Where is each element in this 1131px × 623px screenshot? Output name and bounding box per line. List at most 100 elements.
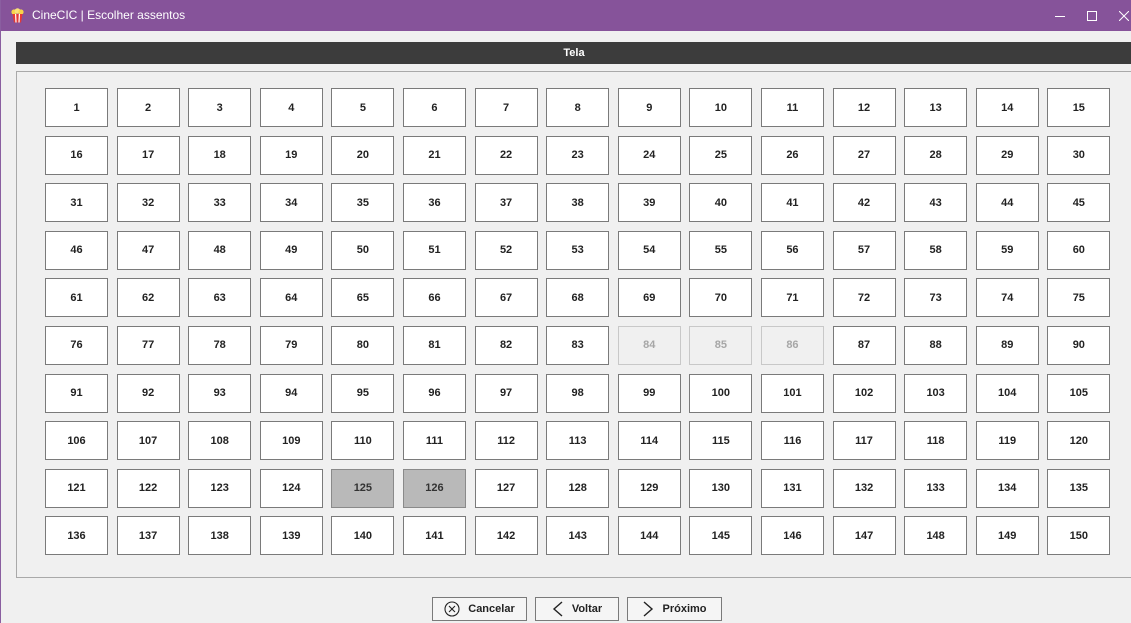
seat-115[interactable]: 115 [689, 421, 753, 461]
seat-67[interactable]: 67 [474, 278, 538, 318]
seat-99[interactable]: 99 [617, 373, 681, 413]
seat-86[interactable]: 86 [760, 325, 824, 365]
seat-80[interactable]: 80 [331, 325, 395, 365]
seat-58[interactable]: 58 [904, 230, 968, 270]
seat-54[interactable]: 54 [617, 230, 681, 270]
seat-20[interactable]: 20 [331, 135, 395, 175]
seat-110[interactable]: 110 [331, 421, 395, 461]
seat-76[interactable]: 76 [45, 325, 108, 365]
seat-65[interactable]: 65 [331, 278, 395, 318]
seat-116[interactable]: 116 [760, 421, 824, 461]
seat-98[interactable]: 98 [546, 373, 610, 413]
seat-100[interactable]: 100 [689, 373, 753, 413]
seat-60[interactable]: 60 [1047, 230, 1111, 270]
seat-9[interactable]: 9 [617, 88, 681, 127]
seat-136[interactable]: 136 [45, 516, 108, 556]
seat-127[interactable]: 127 [474, 468, 538, 508]
seat-31[interactable]: 31 [45, 183, 108, 223]
seat-101[interactable]: 101 [760, 373, 824, 413]
seat-128[interactable]: 128 [546, 468, 610, 508]
seat-106[interactable]: 106 [45, 421, 108, 461]
maximize-button[interactable] [1077, 0, 1107, 31]
seat-50[interactable]: 50 [331, 230, 395, 270]
seat-1[interactable]: 1 [45, 88, 108, 127]
seat-92[interactable]: 92 [116, 373, 180, 413]
seat-90[interactable]: 90 [1047, 325, 1111, 365]
seat-19[interactable]: 19 [259, 135, 323, 175]
seat-68[interactable]: 68 [546, 278, 610, 318]
seat-97[interactable]: 97 [474, 373, 538, 413]
seat-77[interactable]: 77 [116, 325, 180, 365]
seat-25[interactable]: 25 [689, 135, 753, 175]
seat-102[interactable]: 102 [832, 373, 896, 413]
seat-51[interactable]: 51 [402, 230, 466, 270]
seat-52[interactable]: 52 [474, 230, 538, 270]
seat-107[interactable]: 107 [116, 421, 180, 461]
seat-87[interactable]: 87 [832, 325, 896, 365]
seat-34[interactable]: 34 [259, 183, 323, 223]
seat-42[interactable]: 42 [832, 183, 896, 223]
seat-135[interactable]: 135 [1047, 468, 1111, 508]
seat-45[interactable]: 45 [1047, 183, 1111, 223]
seat-133[interactable]: 133 [904, 468, 968, 508]
seat-145[interactable]: 145 [689, 516, 753, 556]
seat-148[interactable]: 148 [904, 516, 968, 556]
seat-3[interactable]: 3 [188, 88, 252, 127]
seat-72[interactable]: 72 [832, 278, 896, 318]
seat-24[interactable]: 24 [617, 135, 681, 175]
seat-89[interactable]: 89 [975, 325, 1039, 365]
seat-70[interactable]: 70 [689, 278, 753, 318]
seat-117[interactable]: 117 [832, 421, 896, 461]
seat-96[interactable]: 96 [402, 373, 466, 413]
seat-55[interactable]: 55 [689, 230, 753, 270]
seat-79[interactable]: 79 [259, 325, 323, 365]
close-button[interactable] [1109, 0, 1131, 31]
seat-35[interactable]: 35 [331, 183, 395, 223]
seat-81[interactable]: 81 [402, 325, 466, 365]
seat-38[interactable]: 38 [546, 183, 610, 223]
seat-131[interactable]: 131 [760, 468, 824, 508]
seat-94[interactable]: 94 [259, 373, 323, 413]
seat-141[interactable]: 141 [402, 516, 466, 556]
seat-64[interactable]: 64 [259, 278, 323, 318]
seat-71[interactable]: 71 [760, 278, 824, 318]
seat-146[interactable]: 146 [760, 516, 824, 556]
seat-18[interactable]: 18 [188, 135, 252, 175]
seat-143[interactable]: 143 [546, 516, 610, 556]
seat-103[interactable]: 103 [904, 373, 968, 413]
seat-83[interactable]: 83 [546, 325, 610, 365]
seat-16[interactable]: 16 [45, 135, 108, 175]
seat-2[interactable]: 2 [116, 88, 180, 127]
minimize-button[interactable] [1045, 0, 1075, 31]
seat-109[interactable]: 109 [259, 421, 323, 461]
seat-56[interactable]: 56 [760, 230, 824, 270]
seat-57[interactable]: 57 [832, 230, 896, 270]
seat-30[interactable]: 30 [1047, 135, 1111, 175]
seat-91[interactable]: 91 [45, 373, 108, 413]
seat-36[interactable]: 36 [402, 183, 466, 223]
seat-114[interactable]: 114 [617, 421, 681, 461]
seat-37[interactable]: 37 [474, 183, 538, 223]
seat-59[interactable]: 59 [975, 230, 1039, 270]
seat-134[interactable]: 134 [975, 468, 1039, 508]
seat-5[interactable]: 5 [331, 88, 395, 127]
seat-118[interactable]: 118 [904, 421, 968, 461]
seat-40[interactable]: 40 [689, 183, 753, 223]
seat-142[interactable]: 142 [474, 516, 538, 556]
seat-49[interactable]: 49 [259, 230, 323, 270]
seat-147[interactable]: 147 [832, 516, 896, 556]
seat-10[interactable]: 10 [689, 88, 753, 127]
cancel-button[interactable]: Cancelar [432, 597, 527, 621]
seat-93[interactable]: 93 [188, 373, 252, 413]
seat-41[interactable]: 41 [760, 183, 824, 223]
seat-27[interactable]: 27 [832, 135, 896, 175]
seat-111[interactable]: 111 [402, 421, 466, 461]
seat-22[interactable]: 22 [474, 135, 538, 175]
seat-21[interactable]: 21 [402, 135, 466, 175]
seat-32[interactable]: 32 [116, 183, 180, 223]
seat-88[interactable]: 88 [904, 325, 968, 365]
seat-6[interactable]: 6 [402, 88, 466, 127]
seat-140[interactable]: 140 [331, 516, 395, 556]
seat-66[interactable]: 66 [402, 278, 466, 318]
seat-74[interactable]: 74 [975, 278, 1039, 318]
